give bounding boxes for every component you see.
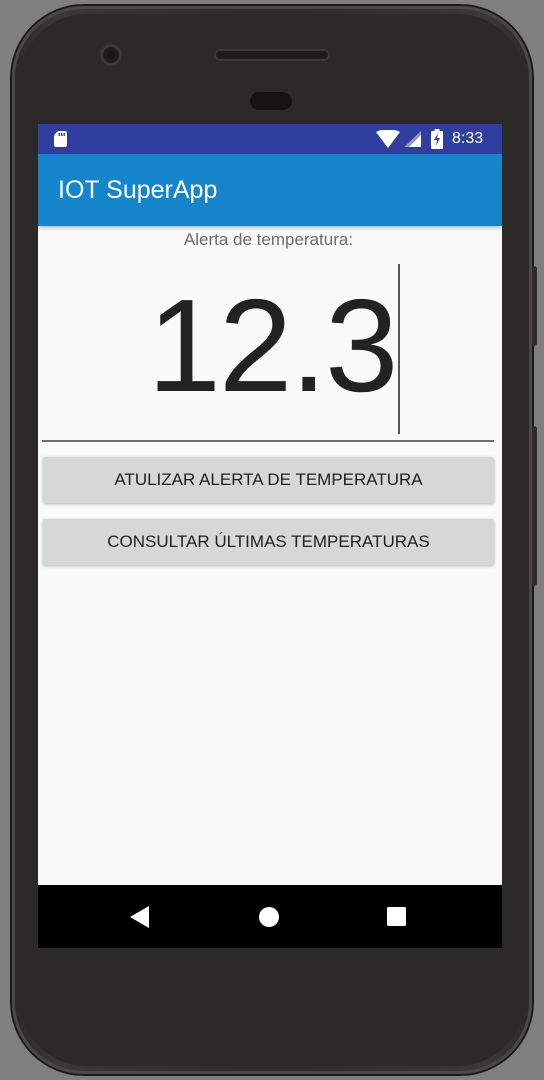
sd-card-icon [54,131,67,147]
app-title: IOT SuperApp [58,176,218,204]
temperature-alert-label: Alerta de temperatura: [183,230,354,249]
battery-charging-icon [431,129,443,149]
power-button [532,266,537,346]
consult-temperatures-button[interactable]: CONSULTAR ÚLTIMAS TEMPERATURAS [43,519,494,565]
proximity-sensor [250,92,292,110]
temperature-value: 12.3 [147,272,399,419]
earpiece-speaker [214,49,330,61]
navigation-bar [38,885,502,948]
volume-button [532,426,537,586]
temperature-input[interactable]: 12.3 [42,262,494,442]
text-cursor [398,264,400,434]
status-clock: 8:33 [452,130,484,147]
signal-icon [404,131,421,147]
recent-apps-icon[interactable] [387,907,406,926]
home-icon[interactable] [259,907,279,927]
back-icon[interactable] [130,906,150,928]
front-camera [100,44,122,66]
update-alert-button[interactable]: ATULIZAR ALERTA DE TEMPERATURA [43,457,494,503]
status-bar: 8:33 [38,124,502,154]
wifi-icon [376,130,400,148]
app-screen: 8:33 IOT SuperApp Alerta de temperatura:… [38,124,502,948]
app-bar: IOT SuperApp [38,154,502,226]
